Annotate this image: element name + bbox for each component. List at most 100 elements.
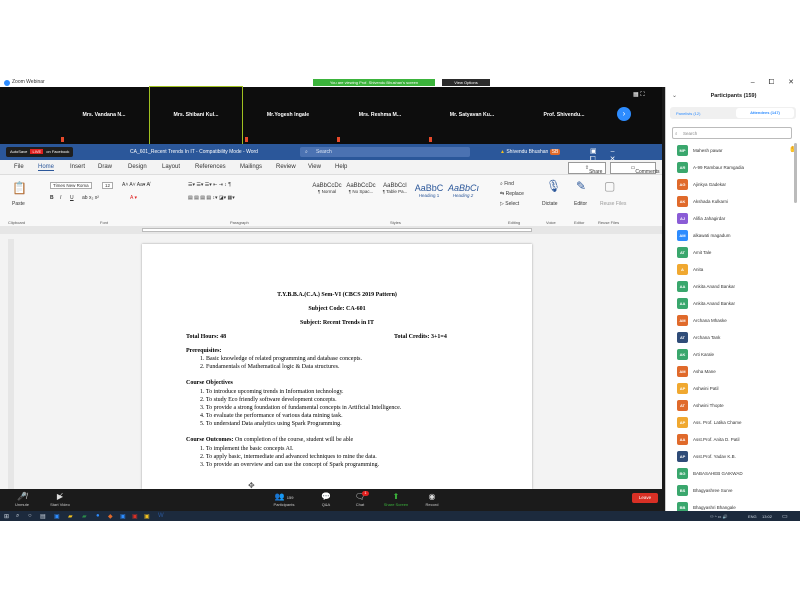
view-options-button[interactable]: View Options: [442, 79, 490, 86]
taskbar-app-icon[interactable]: ▤: [40, 513, 46, 520]
start-video-button[interactable]: ▶̸ Start Video: [40, 492, 80, 507]
reuse-files-icon[interactable]: ▢: [604, 179, 615, 193]
style-no-spacing[interactable]: AaBbCcDc ¶ No Spac...: [346, 183, 376, 205]
maximize-button[interactable]: ⧠: [769, 79, 775, 86]
chat-button[interactable]: 🗨 Chat: [340, 492, 380, 507]
tab-layout[interactable]: Layout: [162, 164, 180, 170]
dictate-button[interactable]: Dictate: [542, 201, 558, 207]
taskbar-app-icon[interactable]: ▣: [120, 513, 126, 520]
next-thumbnails-icon[interactable]: ›: [617, 107, 631, 121]
gallery-view-icon[interactable]: ▦ ⛶: [633, 91, 645, 99]
tab-help[interactable]: Help: [335, 164, 347, 170]
style-heading-1[interactable]: AaBbC Heading 1: [414, 183, 444, 205]
italic-icon[interactable]: I: [60, 195, 61, 201]
participant-row[interactable]: AG Ajinkya Gadekar: [677, 177, 795, 193]
align-icon[interactable]: ▤ ▤ ▤ ▤ ↕▾ ◪▾ ▦▾: [188, 195, 235, 201]
font-name-select[interactable]: Times New Roma: [50, 182, 92, 189]
taskbar-app-icon[interactable]: ▰: [82, 513, 87, 520]
participant-row[interactable]: AP Ass. Prof. Latika Chame: [677, 415, 795, 431]
word-search-box[interactable]: ⌕ Search: [300, 147, 470, 157]
participant-row[interactable]: AM alkawati magadum: [677, 228, 795, 244]
video-thumbnail[interactable]: Mrs. Vandana N...: [58, 87, 150, 144]
tab-draw[interactable]: Draw: [98, 164, 112, 170]
style-normal[interactable]: AaBbCcDc ¶ Normal: [312, 183, 342, 205]
participant-row[interactable]: AP Ashwini Patil: [677, 381, 795, 397]
taskbar-app-icon[interactable]: ●: [96, 513, 100, 519]
font-size-select[interactable]: 12: [102, 182, 114, 189]
participant-row[interactable]: AJ Alifia Jahagirdar: [677, 211, 795, 227]
taskbar-app-icon[interactable]: ▣: [54, 513, 60, 520]
participant-row[interactable]: AM Archana Mhaske: [677, 313, 795, 329]
input-language[interactable]: ENG: [748, 514, 757, 519]
find-button[interactable]: ⌕ Find: [500, 181, 514, 187]
reuse-files-button[interactable]: Reuse Files: [600, 201, 626, 207]
participant-row[interactable]: AT Ashwini Thopte: [677, 398, 795, 414]
comments-button[interactable]: ▭ Comments: [610, 162, 660, 175]
participant-row[interactable]: AA Ankita Anand Bankar: [677, 296, 795, 312]
participants-scrollbar[interactable]: [794, 143, 797, 203]
tab-review[interactable]: Review: [276, 164, 296, 170]
task-view-icon[interactable]: ○: [28, 513, 32, 519]
style-heading-2[interactable]: AaBbCı Heading 2: [448, 183, 479, 205]
participant-row[interactable]: AK Arti Karale: [677, 347, 795, 363]
microphone-icon[interactable]: 🎙: [546, 179, 561, 193]
participant-row[interactable]: AA Asst.Prof. Anita D. Patil: [677, 432, 795, 448]
video-thumbnail[interactable]: Mr. Satyavan Ku...: [426, 87, 518, 144]
share-button[interactable]: ⇪ Share: [568, 162, 606, 175]
participant-row[interactable]: AT Amit Tale: [677, 245, 795, 261]
video-thumbnail[interactable]: Mrs. Reshma M...: [334, 87, 426, 144]
tab-references[interactable]: References: [195, 164, 226, 170]
replace-button[interactable]: ⇆ Replace: [500, 191, 524, 197]
paste-button[interactable]: Paste: [12, 201, 25, 207]
document-page[interactable]: T.Y.B.B.A.(C.A.) Sem-VI (CBCS 2019 Patte…: [142, 244, 532, 489]
taskbar-app-icon[interactable]: ▣: [132, 513, 138, 520]
tab-file[interactable]: File: [14, 164, 24, 170]
share-screen-button[interactable]: ⬆ Share Screen: [376, 492, 416, 507]
participant-row[interactable]: A Anita: [677, 262, 795, 278]
system-tray-icons[interactable]: ⚇ ^ ▭ 🔊: [710, 514, 728, 519]
participant-row[interactable]: AP Asst.Prof. Yadav K.B.: [677, 449, 795, 465]
editor-pen-icon[interactable]: ✎: [576, 179, 586, 193]
taskbar-app-icon[interactable]: ◆: [108, 513, 113, 520]
tab-view[interactable]: View: [308, 164, 321, 170]
record-button[interactable]: ◉ Record: [412, 492, 452, 507]
strikethrough-icon[interactable]: ab x₂ x²: [82, 195, 99, 201]
participant-row[interactable]: AA Ankita Anand Bankar: [677, 279, 795, 295]
font-grow-icon[interactable]: A˄ A˅ Aa▾ A̸: [122, 182, 150, 188]
taskbar-app-icon[interactable]: ▣: [144, 513, 150, 520]
font-color-icon[interactable]: A ▾: [130, 195, 137, 201]
participants-button[interactable]: 👥 159 Participants: [264, 492, 304, 507]
bold-icon[interactable]: B: [50, 195, 54, 201]
taskbar-search-icon[interactable]: ⌕: [16, 513, 19, 520]
video-thumbnail[interactable]: Prof. Shivendu...: [518, 87, 610, 144]
participant-row[interactable]: BG BABASAHEB GAIKWAD: [677, 466, 795, 482]
editor-button[interactable]: Editor: [574, 201, 587, 207]
participant-row[interactable]: MP Mahesh pawar ✋: [677, 143, 796, 159]
underline-icon[interactable]: U: [70, 195, 74, 201]
word-taskbar-icon[interactable]: W: [158, 513, 164, 519]
paste-icon[interactable]: 📋: [12, 181, 27, 195]
tab-home[interactable]: Home: [38, 164, 55, 171]
participants-search-input[interactable]: ⌕ Search: [672, 127, 792, 139]
tab-panelists[interactable]: Panelists (12): [676, 111, 700, 116]
leave-button[interactable]: Leave: [632, 493, 658, 503]
style-table-para[interactable]: AaBbCcI ¶ Table Pa...: [380, 183, 410, 205]
file-explorer-icon[interactable]: ▰: [68, 513, 73, 520]
video-thumbnail[interactable]: Mr.Yogesh Ingale: [242, 87, 334, 144]
notifications-icon[interactable]: ▭: [782, 513, 788, 520]
participant-row[interactable]: AK Akshada Kulkarni: [677, 194, 795, 210]
tab-design[interactable]: Design: [128, 164, 147, 170]
participant-row[interactable]: AM Asha Mane: [677, 364, 795, 380]
start-menu-icon[interactable]: ⊞: [4, 513, 9, 520]
tab-insert[interactable]: Insert: [70, 164, 85, 170]
participant-row[interactable]: AT Archana Tank: [677, 330, 795, 346]
minimize-button[interactable]: –: [751, 79, 755, 86]
close-button[interactable]: ✕: [788, 79, 794, 86]
bullets-icon[interactable]: ☰▾ ☰▾ ☰▾ ⇤ ⇥ ↕ ¶: [188, 182, 231, 188]
participant-row[interactable]: AR A-99 Rambaur Ramgadia: [677, 160, 795, 176]
tab-attendees[interactable]: Attendees (147): [736, 108, 794, 118]
tab-mailings[interactable]: Mailings: [240, 164, 262, 170]
video-thumbnail[interactable]: Mrs. Shibani Kul...: [149, 86, 243, 145]
participant-row[interactable]: BS Bhagyashree Surve: [677, 483, 795, 499]
unmute-button[interactable]: 🎤̸ Unmute: [2, 492, 42, 507]
